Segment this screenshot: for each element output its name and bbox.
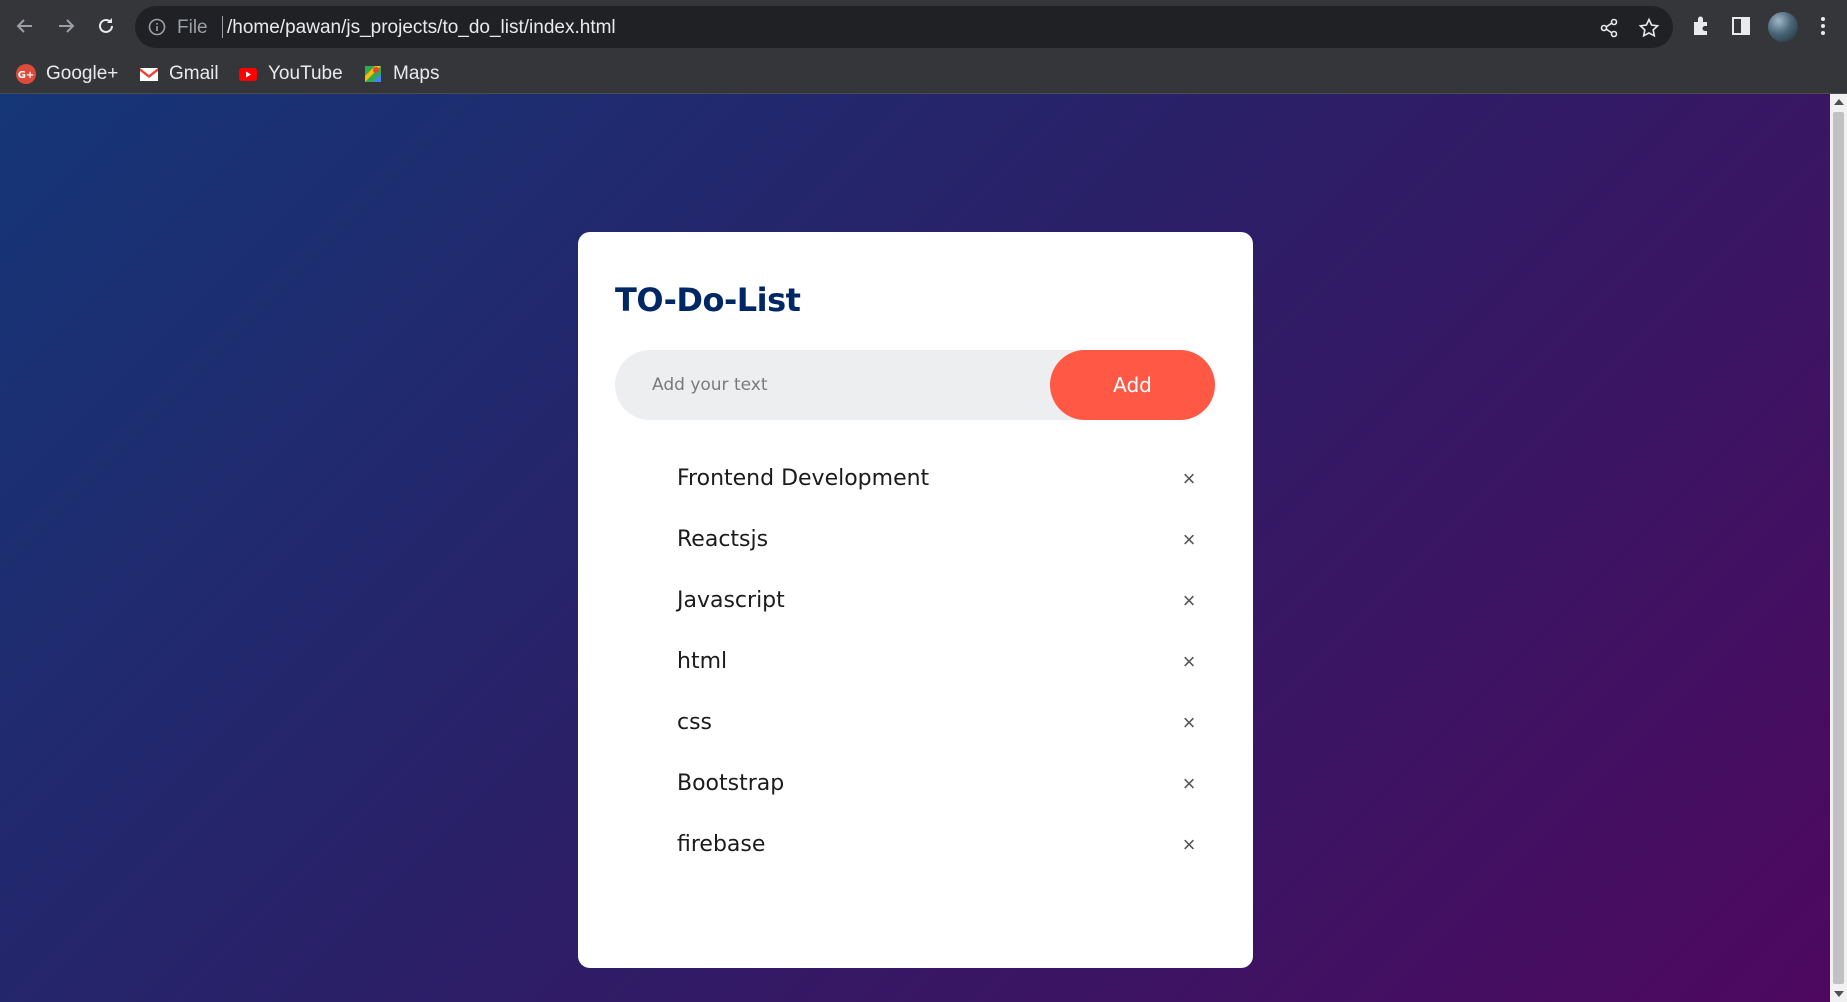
- list-item-text[interactable]: Bootstrap: [677, 769, 784, 799]
- close-icon[interactable]: ×: [1178, 832, 1200, 857]
- list-item[interactable]: firebase ×: [578, 830, 1253, 891]
- list-item[interactable]: Reactsjs ×: [578, 525, 1253, 586]
- list-item[interactable]: html ×: [578, 647, 1253, 708]
- close-icon[interactable]: ×: [1178, 710, 1200, 735]
- browser-toolbar: File /home/pawan/js_projects/to_do_list/…: [0, 0, 1847, 54]
- list-item-text[interactable]: html: [677, 647, 727, 677]
- scrollbar-thumb[interactable]: [1833, 112, 1844, 984]
- maps-icon: [365, 66, 381, 82]
- url-separator: [222, 16, 223, 38]
- menu-kebab-icon[interactable]: [1810, 13, 1836, 39]
- close-icon[interactable]: ×: [1178, 466, 1200, 491]
- bookmark-youtube[interactable]: YouTube: [238, 60, 343, 88]
- close-icon[interactable]: ×: [1178, 771, 1200, 796]
- side-panel-icon[interactable]: [1728, 13, 1754, 39]
- bookmark-label: Gmail: [169, 63, 219, 84]
- bookmark-maps[interactable]: Maps: [363, 60, 439, 88]
- list-item[interactable]: css ×: [578, 708, 1253, 769]
- extensions-icon[interactable]: [1688, 13, 1714, 39]
- svg-text:G+: G+: [18, 70, 35, 81]
- todo-card: TO-Do-List Add Frontend Development × Re…: [578, 232, 1253, 968]
- reload-button[interactable]: [91, 11, 121, 41]
- page-title: TO-Do-List: [615, 281, 801, 319]
- todo-list: Frontend Development × Reactsjs × Javasc…: [578, 464, 1253, 891]
- todo-input[interactable]: [615, 350, 1072, 420]
- reload-icon: [99, 18, 113, 33]
- bookmark-label: Maps: [393, 63, 440, 84]
- arrow-right-icon: [59, 19, 75, 33]
- scroll-up-icon[interactable]: [1834, 99, 1844, 105]
- bookmark-label: YouTube: [268, 63, 343, 84]
- arrow-left-icon: [16, 19, 32, 33]
- info-icon[interactable]: [147, 17, 167, 37]
- page-viewport: TO-Do-List Add Frontend Development × Re…: [0, 94, 1830, 1002]
- list-item[interactable]: Javascript ×: [578, 586, 1253, 647]
- scroll-down-icon[interactable]: [1834, 991, 1844, 997]
- list-item-text[interactable]: Javascript: [677, 586, 785, 616]
- gmail-icon: [140, 68, 158, 81]
- bookmark-gmail[interactable]: Gmail: [139, 60, 219, 88]
- star-icon[interactable]: [1638, 17, 1660, 39]
- youtube-icon: [239, 68, 257, 81]
- list-item[interactable]: Frontend Development ×: [578, 464, 1253, 525]
- close-icon[interactable]: ×: [1178, 649, 1200, 674]
- list-item[interactable]: Bootstrap ×: [578, 769, 1253, 830]
- bookmark-label: Google+: [46, 63, 119, 84]
- google-plus-icon: G+: [16, 64, 36, 84]
- share-icon[interactable]: [1598, 17, 1620, 39]
- bookmark-google-plus[interactable]: G+ Google+: [16, 60, 118, 88]
- vertical-scrollbar[interactable]: [1830, 94, 1847, 1002]
- close-icon[interactable]: ×: [1178, 588, 1200, 613]
- input-row: Add: [615, 350, 1215, 420]
- bookmarks-bar: G+ Google+ Gmail YouTube Maps: [0, 54, 1847, 94]
- forward-button[interactable]: [51, 11, 81, 41]
- url-scheme: File: [177, 17, 208, 38]
- close-icon[interactable]: ×: [1178, 527, 1200, 552]
- list-item-text[interactable]: Frontend Development: [677, 464, 929, 494]
- url-text[interactable]: /home/pawan/js_projects/to_do_list/index…: [227, 17, 616, 39]
- add-button[interactable]: Add: [1050, 350, 1215, 420]
- back-button[interactable]: [10, 11, 40, 41]
- list-item-text[interactable]: Reactsjs: [677, 525, 768, 555]
- list-item-text[interactable]: firebase: [677, 830, 765, 860]
- address-bar[interactable]: File /home/pawan/js_projects/to_do_list/…: [135, 6, 1673, 48]
- list-item-text[interactable]: css: [677, 708, 712, 738]
- profile-avatar[interactable]: [1768, 12, 1798, 42]
